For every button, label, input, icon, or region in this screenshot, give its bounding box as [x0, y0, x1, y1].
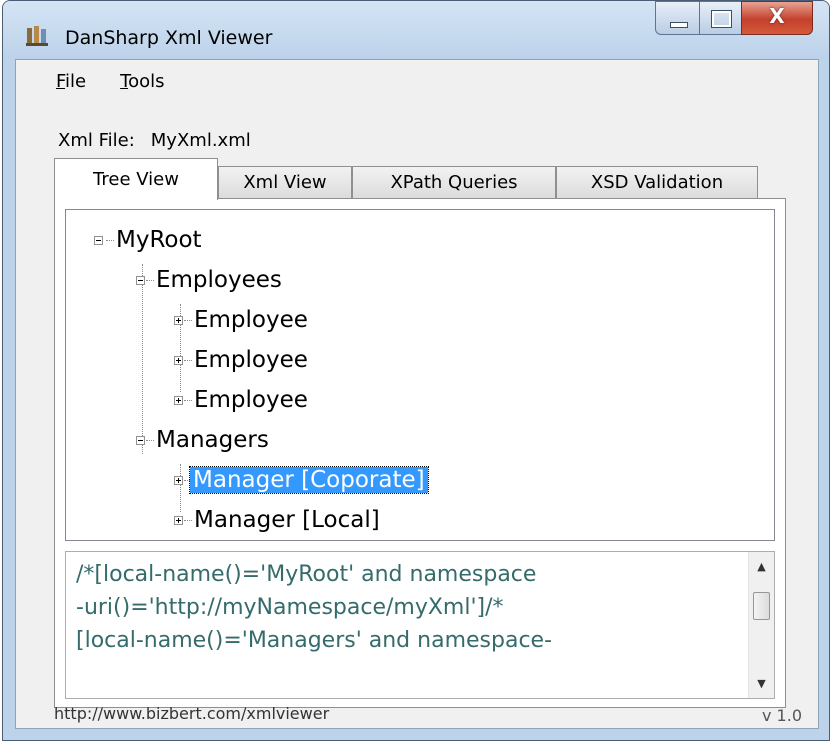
tree-line — [146, 440, 154, 441]
tab-panel: MyRoot Employees Employee Employee Emplo… — [54, 198, 786, 708]
expand-icon[interactable] — [174, 356, 183, 365]
close-button[interactable]: X — [741, 1, 813, 35]
xpath-textbox[interactable]: /*[local-name()='MyRoot' and namespace -… — [65, 551, 775, 699]
client-area: File Tools Xml File: MyXml.xml Tree View … — [15, 59, 819, 729]
scroll-up-icon[interactable]: ▲ — [749, 560, 774, 573]
menu-tools-label: ools — [128, 70, 165, 92]
tab-xsd-validation[interactable]: XSD Validation — [556, 166, 758, 198]
xml-file-value: MyXml.xml — [150, 130, 251, 151]
xpath-line: /*[local-name()='MyRoot' and namespace — [76, 562, 537, 587]
xpath-line: -uri()='http://myNamespace/myXml']/* — [76, 595, 504, 620]
tree-node-employee[interactable]: Employee — [194, 382, 308, 418]
caption-buttons: X — [655, 1, 813, 37]
tab-tree-view[interactable]: Tree View — [54, 158, 218, 200]
window-title: DanSharp Xml Viewer — [65, 27, 273, 49]
maximize-icon — [711, 10, 732, 28]
xpath-line: [local-name()='Managers' and namespace- — [76, 628, 553, 653]
tree-line — [184, 320, 192, 321]
tree-node-manager-corporate[interactable]: Manager [Coporate] — [189, 462, 429, 498]
expand-icon[interactable] — [174, 396, 183, 405]
expand-icon[interactable] — [174, 516, 183, 525]
tree-node-employee[interactable]: Employee — [194, 342, 308, 378]
status-bar: http://www.bizbert.com/xmlviewer v 1.0 — [16, 700, 818, 728]
tab-xpath-queries[interactable]: XPath Queries — [352, 166, 556, 198]
app-icon — [26, 26, 48, 46]
tree-line — [106, 240, 114, 241]
menu-tools-mnemonic: T — [120, 70, 129, 92]
tree-line — [184, 520, 192, 521]
tree-line — [184, 360, 192, 361]
minimize-button[interactable] — [655, 1, 699, 35]
menu-file[interactable]: File — [56, 71, 86, 92]
menu-bar: File Tools — [16, 60, 818, 102]
tree-line — [180, 464, 181, 512]
app-window: DanSharp Xml Viewer X File Tools Xml Fil… — [2, 0, 830, 741]
xml-file-row: Xml File: MyXml.xml — [58, 130, 251, 151]
title-bar[interactable]: DanSharp Xml Viewer X — [3, 1, 829, 59]
scroll-down-icon[interactable]: ▼ — [749, 677, 774, 690]
xml-tree-view[interactable]: MyRoot Employees Employee Employee Emplo… — [65, 209, 775, 541]
maximize-button[interactable] — [699, 1, 741, 35]
collapse-icon[interactable] — [136, 276, 145, 285]
close-icon: X — [769, 4, 785, 28]
tree-line — [146, 280, 154, 281]
expand-icon[interactable] — [174, 476, 183, 485]
collapse-icon[interactable] — [94, 236, 103, 245]
xml-file-label: Xml File: — [58, 130, 135, 151]
tree-node-myroot[interactable]: MyRoot — [116, 222, 202, 258]
tree-node-managers[interactable]: Managers — [156, 422, 269, 458]
tab-xml-view[interactable]: Xml View — [218, 166, 352, 198]
menu-tools[interactable]: Tools — [120, 71, 164, 92]
tree-line — [184, 400, 192, 401]
xpath-scrollbar[interactable]: ▲ ▼ — [748, 552, 774, 698]
minimize-icon — [670, 22, 688, 28]
menu-file-mnemonic: F — [56, 70, 66, 92]
tree-line — [142, 264, 143, 454]
tree-node-manager-local[interactable]: Manager [Local] — [194, 502, 380, 538]
tree-node-employee[interactable]: Employee — [194, 302, 308, 338]
scroll-thumb[interactable] — [753, 592, 770, 620]
status-version: v 1.0 — [762, 706, 802, 725]
selected-node-label: Manager [Coporate] — [189, 466, 429, 494]
menu-file-label: ile — [65, 70, 87, 92]
tree-node-employees[interactable]: Employees — [156, 262, 282, 298]
expand-icon[interactable] — [174, 316, 183, 325]
status-url[interactable]: http://www.bizbert.com/xmlviewer — [54, 704, 329, 723]
xpath-text: /*[local-name()='MyRoot' and namespace -… — [76, 558, 734, 657]
collapse-icon[interactable] — [136, 436, 145, 445]
